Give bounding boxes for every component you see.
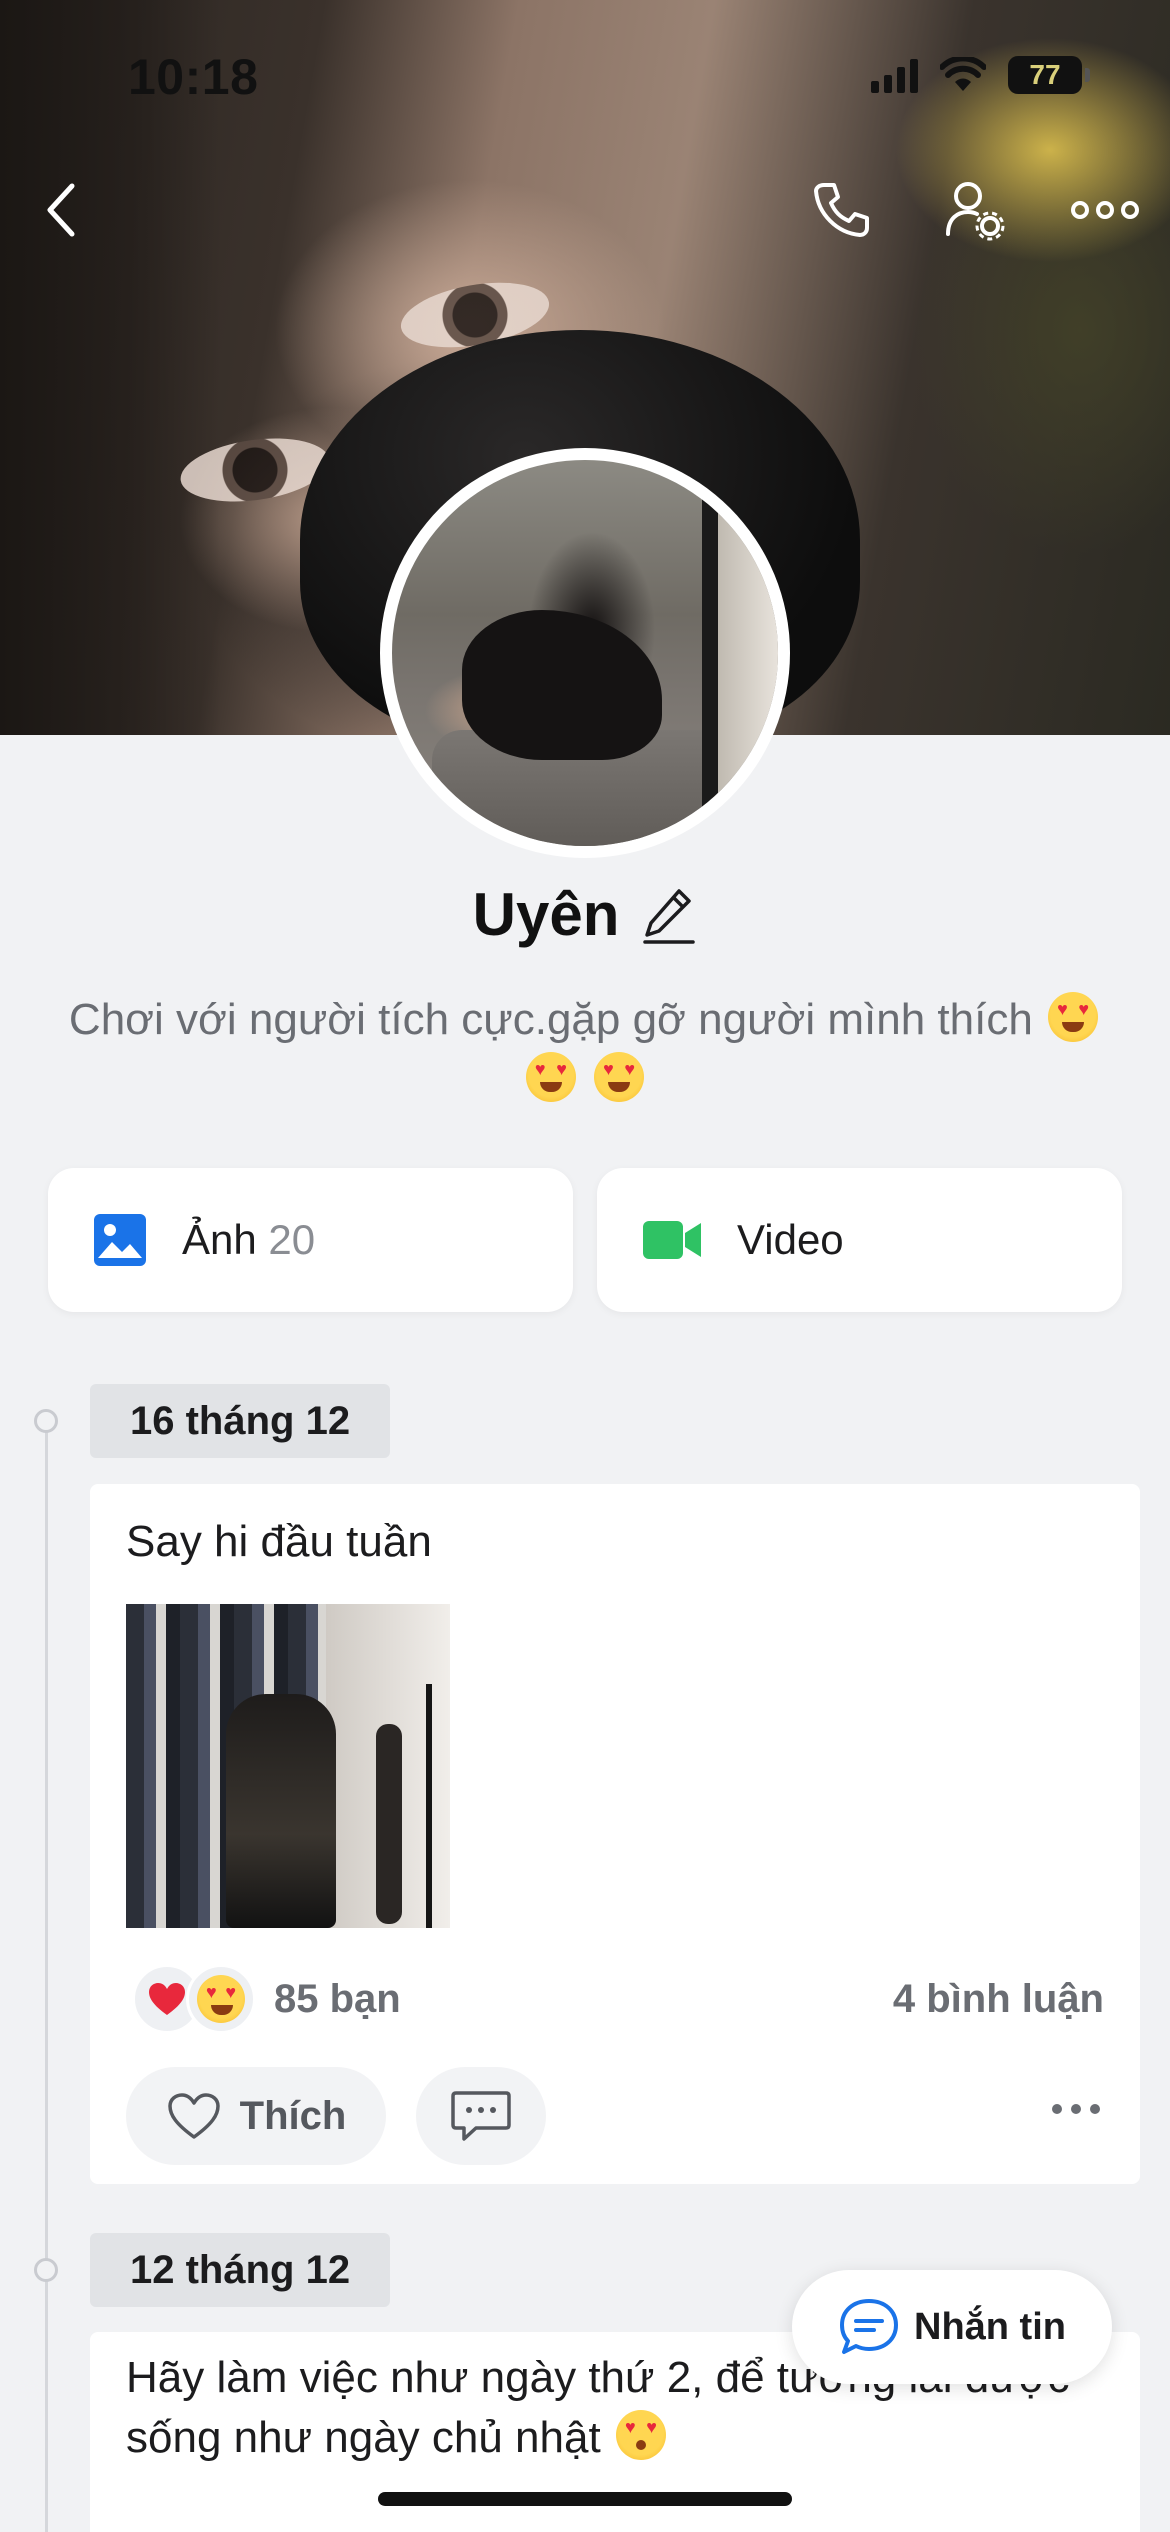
avatar-photo: [392, 460, 778, 846]
timeline-line: [45, 1420, 48, 2532]
comment-count[interactable]: 4 bình luận: [893, 1977, 1104, 2022]
kiss-emoji: [615, 2410, 666, 2460]
photo-lamp: [376, 1724, 402, 1924]
back-button[interactable]: [26, 175, 96, 245]
profile-settings-button[interactable]: [940, 175, 1010, 245]
wifi-icon: [940, 57, 986, 91]
more-icon: [1071, 201, 1139, 219]
video-card[interactable]: Video: [597, 1168, 1122, 1312]
video-label: Video: [737, 1216, 844, 1263]
home-indicator[interactable]: [378, 2492, 792, 2506]
post-more-button[interactable]: [1052, 2104, 1100, 2114]
photo-icon: [94, 1214, 146, 1266]
photos-label: Ảnh 20: [182, 1216, 315, 1264]
status-icons: 77: [871, 56, 1090, 94]
phone-icon: [814, 183, 869, 237]
back-icon: [47, 183, 75, 237]
heart-eyes-reaction-icon: [186, 1964, 256, 2034]
profile-name: Uyên: [472, 881, 620, 948]
avatar-figure: [462, 610, 662, 760]
date-chip: 16 tháng 12: [90, 1384, 391, 1458]
user-settings-icon: [946, 182, 1005, 241]
chat-bubble-icon: [840, 2299, 898, 2354]
like-label: Thích: [239, 2093, 347, 2138]
heart-icon: [149, 1983, 185, 2015]
call-button[interactable]: [806, 175, 876, 245]
reaction-count: 85 bạn: [274, 1976, 401, 2021]
profile-screen: 10:18 77 Uyên Chơi với người tích cực.gặ…: [0, 0, 1170, 2532]
message-label: Nhắn tin: [914, 2305, 1066, 2348]
comment-icon: [451, 2091, 511, 2141]
avatar-door: [708, 460, 778, 846]
photos-count: 20: [268, 1216, 316, 1263]
edit-icon[interactable]: [641, 885, 697, 945]
name-row: Uyên: [0, 880, 1170, 949]
cover-hair-shade: [0, 0, 220, 735]
message-button[interactable]: Nhắn tin: [792, 2270, 1112, 2384]
heart-eyes-emoji: [1048, 992, 1099, 1042]
photo-person: [226, 1694, 336, 1928]
photo-tripod: [426, 1684, 432, 1928]
video-icon: [643, 1221, 701, 1259]
bio-text: Chơi với người tích cực.gặp gỡ người mìn…: [68, 995, 1033, 1044]
more-options-button[interactable]: [1070, 175, 1140, 245]
heart-eyes-emoji: [525, 1052, 576, 1102]
battery-icon: 77: [1008, 56, 1090, 94]
like-button[interactable]: Thích: [126, 2067, 386, 2165]
photos-label-text: Ảnh: [182, 1216, 257, 1263]
avatar[interactable]: [380, 448, 790, 858]
post-photo[interactable]: [126, 1604, 450, 1928]
heart-eyes-emoji: [197, 1975, 245, 2023]
signal-icon: [871, 57, 918, 93]
avatar-mirror-frame: [702, 460, 718, 846]
heart-eyes-emoji: [594, 1052, 645, 1102]
reactions-summary[interactable]: 85 bạn: [132, 1964, 401, 2034]
timeline-dot: [34, 2258, 58, 2282]
photos-card[interactable]: Ảnh 20: [48, 1168, 573, 1312]
timeline-dot: [34, 1409, 58, 1433]
post-text: Say hi đầu tuần: [126, 1517, 432, 1566]
date-chip: 12 tháng 12: [90, 2233, 391, 2307]
status-time: 10:18: [128, 49, 259, 105]
post-card[interactable]: Say hi đầu tuần 85 bạn 4 bình luận: [90, 1484, 1140, 2184]
profile-bio: Chơi với người tích cực.gặp gỡ người mìn…: [60, 990, 1110, 1110]
comment-button[interactable]: [416, 2067, 546, 2165]
heart-outline-icon: [167, 2093, 220, 2139]
